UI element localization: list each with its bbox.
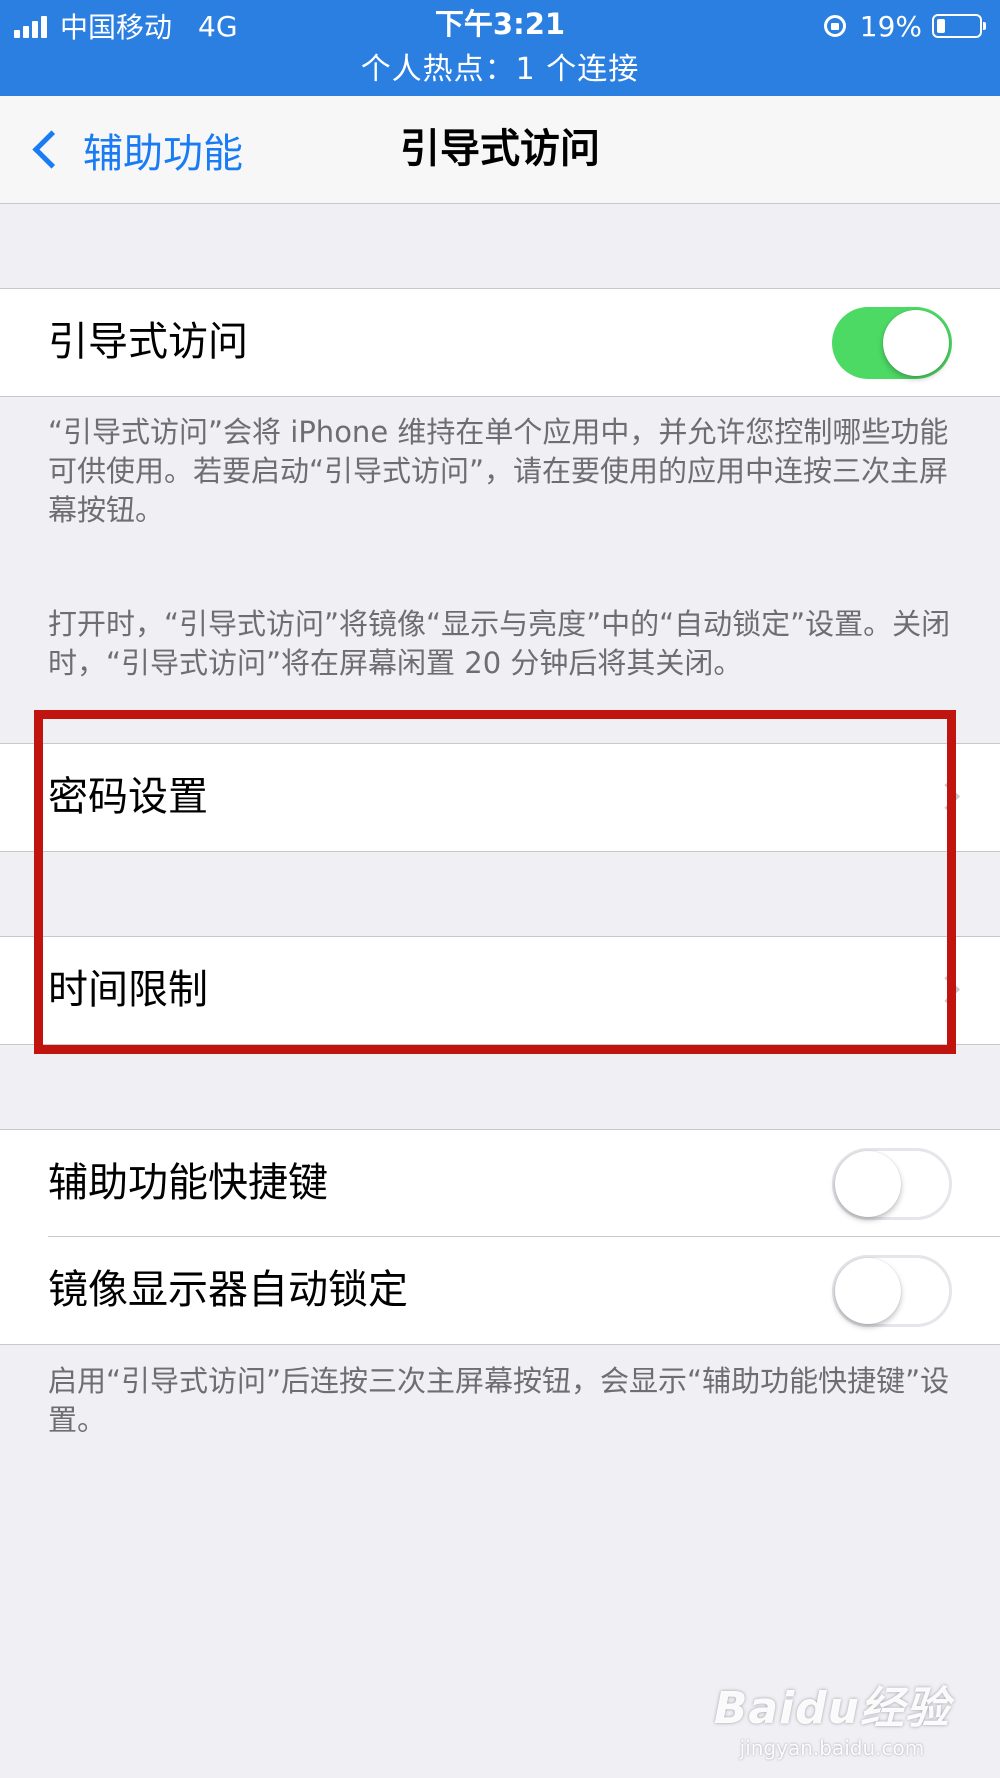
guided-access-toggle[interactable] <box>832 307 952 379</box>
options-group: 辅助功能快捷键 镜像显示器自动锁定 <box>0 1129 1000 1345</box>
battery-percent: 19% <box>859 9 922 43</box>
battery-icon <box>932 14 986 38</box>
guided-access-description: “引导式访问”会将 iPhone 维持在单个应用中，并允许您控制哪些功能可供使用… <box>48 415 949 527</box>
guided-access-label: 引导式访问 <box>48 319 248 365</box>
shortcut-footer-note: 启用“引导式访问”后连按三次主屏幕按钮，会显示“辅助功能快捷键”设置。 <box>48 1364 950 1437</box>
accessibility-shortcut-toggle[interactable] <box>832 1148 952 1220</box>
accessibility-shortcut-label: 辅助功能快捷键 <box>48 1160 328 1206</box>
mirror-auto-lock-row: 镜像显示器自动锁定 <box>0 1237 1000 1344</box>
status-bar: 中国移动 4G 下午3:21 19% 个人热点：1 个连接 <box>0 0 1000 96</box>
auto-lock-description: 打开时，“引导式访问”将镜像“显示与亮度”中的“自动锁定”设置。关闭时，“引导式… <box>48 607 951 680</box>
mirror-auto-lock-toggle[interactable] <box>832 1255 952 1327</box>
baidu-watermark: Baidu经验 jingyan.baidu.com <box>714 1672 950 1760</box>
chevron-left-icon <box>32 130 71 169</box>
watermark-url: jingyan.baidu.com <box>739 1736 925 1760</box>
back-button-label: 辅助功能 <box>83 130 243 177</box>
guided-access-row: 引导式访问 <box>0 289 1000 396</box>
battery-fill <box>937 19 945 33</box>
navigation-bar: 引导式访问 辅助功能 <box>0 96 1000 204</box>
accessibility-shortcut-row: 辅助功能快捷键 <box>0 1130 1000 1237</box>
back-button[interactable]: 辅助功能 <box>28 96 243 203</box>
toggle-knob <box>835 1258 901 1324</box>
rotation-lock-icon <box>823 15 846 37</box>
watermark-logo: Baidu经验 <box>713 1683 950 1734</box>
toggle-knob <box>835 1151 901 1217</box>
hotspot-banner[interactable]: 个人热点：1 个连接 <box>0 50 1000 90</box>
status-right: 19% <box>823 8 986 44</box>
highlight-box <box>34 710 956 1054</box>
guided-access-group: 引导式访问 <box>0 288 1000 397</box>
mirror-auto-lock-label: 镜像显示器自动锁定 <box>48 1267 408 1313</box>
toggle-knob <box>883 310 949 376</box>
